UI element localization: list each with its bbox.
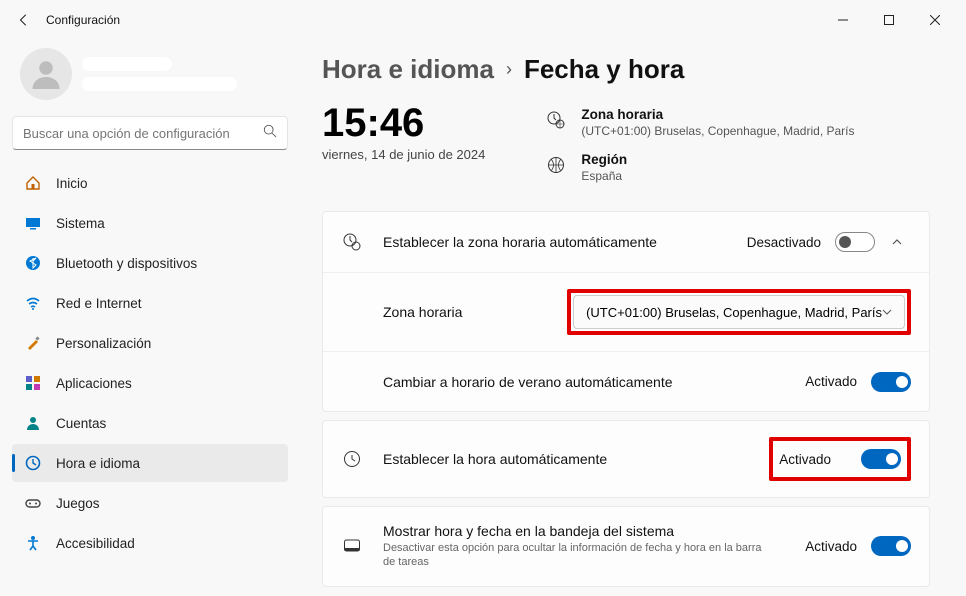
tz-meta-label: Zona horaria	[581, 107, 854, 122]
nav-bluetooth[interactable]: Bluetooth y dispositivos	[12, 244, 288, 282]
nav-label: Accesibilidad	[56, 536, 135, 551]
tray-card: Mostrar hora y fecha en la bandeja del s…	[322, 506, 930, 587]
timezone-dropdown[interactable]: (UTC+01:00) Bruselas, Copenhague, Madrid…	[573, 295, 905, 329]
auto-time-label: Establecer la hora automáticamente	[383, 451, 769, 467]
collapse-button[interactable]	[883, 236, 911, 248]
search-box[interactable]	[12, 116, 288, 150]
nav-system[interactable]: Sistema	[12, 204, 288, 242]
tray-label: Mostrar hora y fecha en la bandeja del s…	[383, 523, 805, 539]
chevron-down-icon	[882, 305, 892, 320]
nav-accounts[interactable]: Cuentas	[12, 404, 288, 442]
globe-icon	[545, 154, 567, 176]
wifi-icon	[24, 294, 42, 312]
highlight-box: Activado	[769, 437, 911, 481]
dst-label: Cambiar a horario de verano automáticame…	[383, 374, 805, 390]
close-button[interactable]	[912, 4, 958, 36]
tray-state: Activado	[805, 539, 857, 554]
auto-time-card: Establecer la hora automáticamente Activ…	[322, 420, 930, 498]
titlebar: Configuración	[0, 0, 966, 40]
nav-list: Inicio Sistema Bluetooth y dispositivos …	[12, 164, 288, 562]
nav-label: Juegos	[56, 496, 100, 511]
timezone-select-row: Zona horaria (UTC+01:00) Bruselas, Copen…	[323, 272, 929, 351]
profile-name-redacted	[82, 57, 280, 91]
globe-clock-icon	[341, 232, 363, 252]
breadcrumb-current: Fecha y hora	[524, 54, 684, 85]
nav-personalization[interactable]: Personalización	[12, 324, 288, 362]
clock-icon	[341, 450, 363, 468]
auto-time-toggle[interactable]	[861, 449, 901, 469]
nav-label: Sistema	[56, 216, 105, 231]
timezone-card: Establecer la zona horaria automáticamen…	[322, 211, 930, 412]
bluetooth-icon	[24, 254, 42, 272]
nav-accessibility[interactable]: Accesibilidad	[12, 524, 288, 562]
nav-label: Bluetooth y dispositivos	[56, 256, 197, 271]
clock-globe-icon	[24, 454, 42, 472]
tray-row: Mostrar hora y fecha en la bandeja del s…	[323, 507, 929, 586]
home-icon	[24, 174, 42, 192]
auto-timezone-toggle[interactable]	[835, 232, 875, 252]
nav-label: Red e Internet	[56, 296, 142, 311]
nav-network[interactable]: Red e Internet	[12, 284, 288, 322]
window-title: Configuración	[46, 13, 120, 27]
tz-meta-value: (UTC+01:00) Bruselas, Copenhague, Madrid…	[581, 124, 854, 138]
search-input[interactable]	[23, 126, 263, 141]
auto-time-state: Activado	[779, 452, 831, 467]
nav-time-language[interactable]: Hora e idioma	[12, 444, 288, 482]
back-button[interactable]	[8, 4, 40, 36]
chevron-right-icon: ›	[506, 59, 512, 80]
nav-apps[interactable]: Aplicaciones	[12, 364, 288, 402]
system-icon	[24, 214, 42, 232]
nav-label: Aplicaciones	[56, 376, 132, 391]
search-icon	[263, 124, 277, 143]
auto-timezone-state: Desactivado	[747, 235, 821, 250]
taskbar-icon	[341, 537, 363, 555]
region-meta-label: Región	[581, 152, 627, 167]
timezone-value: (UTC+01:00) Bruselas, Copenhague, Madrid…	[586, 305, 882, 320]
current-date: viernes, 14 de junio de 2024	[322, 147, 485, 162]
dst-state: Activado	[805, 374, 857, 389]
current-time: 15:46	[322, 103, 485, 143]
dst-row: Cambiar a horario de verano automáticame…	[323, 351, 929, 411]
auto-timezone-row: Establecer la zona horaria automáticamen…	[323, 212, 929, 272]
tray-toggle[interactable]	[871, 536, 911, 556]
nav-gaming[interactable]: Juegos	[12, 484, 288, 522]
profile-block[interactable]	[12, 40, 288, 116]
sidebar: Inicio Sistema Bluetooth y dispositivos …	[0, 40, 300, 596]
nav-label: Personalización	[56, 336, 151, 351]
globe-clock-icon	[545, 109, 567, 131]
accessibility-icon	[24, 534, 42, 552]
main-content: Hora e idioma › Fecha y hora 15:46 viern…	[300, 40, 966, 596]
avatar	[20, 48, 72, 100]
nav-label: Hora e idioma	[56, 456, 140, 471]
nav-label: Inicio	[56, 176, 88, 191]
breadcrumb-parent[interactable]: Hora e idioma	[322, 54, 494, 85]
brush-icon	[24, 334, 42, 352]
dst-toggle[interactable]	[871, 372, 911, 392]
gamepad-icon	[24, 494, 42, 512]
auto-timezone-label: Establecer la zona horaria automáticamen…	[383, 234, 747, 250]
breadcrumb: Hora e idioma › Fecha y hora	[322, 54, 930, 85]
highlight-box: (UTC+01:00) Bruselas, Copenhague, Madrid…	[567, 289, 911, 335]
nav-label: Cuentas	[56, 416, 106, 431]
minimize-button[interactable]	[820, 4, 866, 36]
region-meta-value: España	[581, 169, 627, 183]
person-icon	[24, 414, 42, 432]
auto-time-row: Establecer la hora automáticamente Activ…	[323, 421, 929, 497]
maximize-button[interactable]	[866, 4, 912, 36]
apps-icon	[24, 374, 42, 392]
timezone-label: Zona horaria	[383, 304, 523, 320]
nav-home[interactable]: Inicio	[12, 164, 288, 202]
tray-sublabel: Desactivar esta opción para ocultar la i…	[383, 541, 763, 570]
